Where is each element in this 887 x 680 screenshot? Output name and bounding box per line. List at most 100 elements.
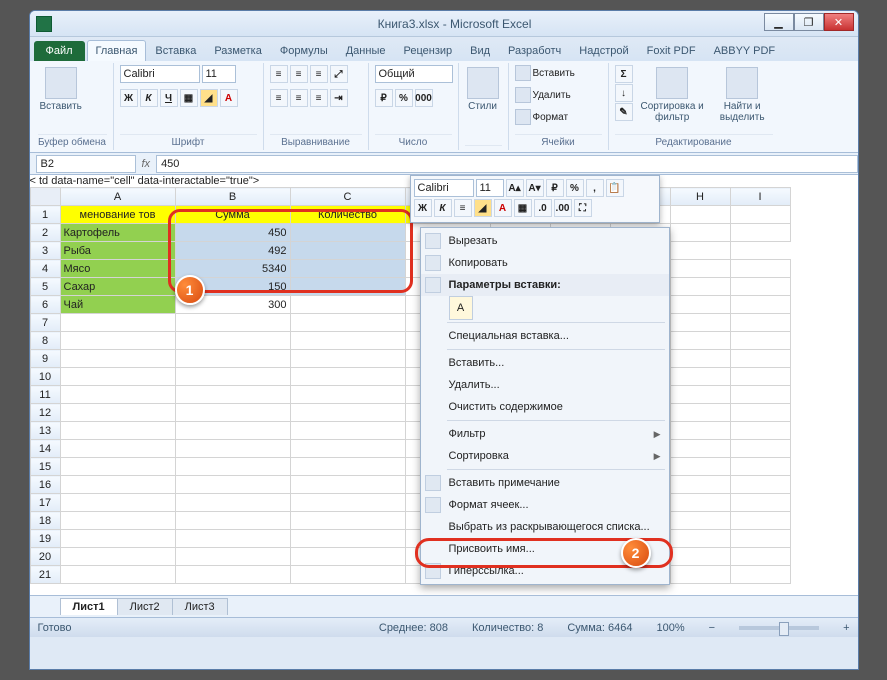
mini-font-color[interactable]: A bbox=[494, 199, 512, 217]
cm-insert[interactable]: Вставить... bbox=[421, 352, 669, 374]
cell[interactable] bbox=[290, 278, 405, 296]
cell[interactable] bbox=[670, 332, 730, 350]
cell[interactable] bbox=[60, 566, 175, 584]
cell[interactable] bbox=[730, 224, 790, 242]
paste-button[interactable]: Вставить bbox=[38, 65, 84, 114]
row-header[interactable]: 12 bbox=[30, 404, 60, 422]
cell[interactable]: Сумма bbox=[175, 206, 290, 224]
cell[interactable]: Количество bbox=[290, 206, 405, 224]
cm-insert-comment[interactable]: Вставить примечание bbox=[421, 472, 669, 494]
mini-font-name[interactable]: Calibri bbox=[414, 179, 474, 197]
cell[interactable] bbox=[175, 386, 290, 404]
tab-home[interactable]: Главная bbox=[87, 40, 147, 61]
cell[interactable] bbox=[670, 440, 730, 458]
row-header[interactable]: 11 bbox=[30, 386, 60, 404]
cell[interactable] bbox=[290, 530, 405, 548]
mini-shrink-font[interactable]: A▾ bbox=[526, 179, 544, 197]
cell[interactable] bbox=[730, 494, 790, 512]
tab-foxit[interactable]: Foxit PDF bbox=[638, 40, 705, 61]
cell[interactable] bbox=[60, 350, 175, 368]
percent[interactable]: % bbox=[395, 89, 413, 107]
row-header[interactable]: 2 bbox=[30, 224, 60, 242]
cell[interactable] bbox=[175, 494, 290, 512]
autosum-button[interactable]: Σ bbox=[615, 65, 633, 83]
cell[interactable] bbox=[60, 476, 175, 494]
cell[interactable] bbox=[730, 314, 790, 332]
tab-insert[interactable]: Вставка bbox=[146, 40, 205, 61]
cm-paste-option-a[interactable]: A bbox=[449, 296, 473, 320]
bold-button[interactable]: Ж bbox=[120, 89, 138, 107]
cell[interactable] bbox=[670, 476, 730, 494]
cell[interactable] bbox=[730, 440, 790, 458]
sheet-tab[interactable]: Лист1 bbox=[60, 598, 118, 615]
tab-data[interactable]: Данные bbox=[337, 40, 395, 61]
align-right[interactable]: ≡ bbox=[310, 89, 328, 107]
cell[interactable]: менование тов bbox=[60, 206, 175, 224]
cell[interactable]: Рыба bbox=[60, 242, 175, 260]
row-header[interactable]: 14 bbox=[30, 440, 60, 458]
align-middle[interactable]: ≡ bbox=[290, 65, 308, 83]
cell[interactable]: Картофель bbox=[60, 224, 175, 242]
cell[interactable] bbox=[290, 386, 405, 404]
cell[interactable] bbox=[670, 422, 730, 440]
cm-filter[interactable]: Фильтр▶ bbox=[421, 423, 669, 445]
col-header[interactable]: C bbox=[290, 188, 405, 206]
cell[interactable] bbox=[730, 350, 790, 368]
cell[interactable] bbox=[670, 494, 730, 512]
cell[interactable] bbox=[670, 278, 730, 296]
mini-fill-color[interactable]: ◢ bbox=[474, 199, 492, 217]
cell[interactable] bbox=[730, 296, 790, 314]
cell[interactable] bbox=[175, 422, 290, 440]
cell[interactable] bbox=[730, 476, 790, 494]
cell[interactable] bbox=[730, 386, 790, 404]
cell[interactable] bbox=[175, 476, 290, 494]
cell[interactable] bbox=[60, 386, 175, 404]
cell[interactable] bbox=[290, 314, 405, 332]
cell[interactable] bbox=[670, 296, 730, 314]
tab-view[interactable]: Вид bbox=[461, 40, 499, 61]
tab-layout[interactable]: Разметка bbox=[205, 40, 271, 61]
cell[interactable] bbox=[290, 512, 405, 530]
col-header[interactable]: A bbox=[60, 188, 175, 206]
cell[interactable] bbox=[670, 404, 730, 422]
cell[interactable] bbox=[290, 260, 405, 278]
mini-comma[interactable]: , bbox=[586, 179, 604, 197]
styles-button[interactable]: Стили bbox=[465, 65, 501, 114]
tab-abbyy[interactable]: ABBYY PDF bbox=[705, 40, 785, 61]
tab-developer[interactable]: Разработч bbox=[499, 40, 570, 61]
sheet-tab[interactable]: Лист2 bbox=[117, 598, 173, 615]
cm-cut[interactable]: Вырезать bbox=[421, 230, 669, 252]
indent[interactable]: ⇥ bbox=[330, 89, 348, 107]
fill-button[interactable]: ↓ bbox=[615, 84, 633, 102]
row-header[interactable]: 5 bbox=[30, 278, 60, 296]
name-box[interactable]: B2 bbox=[36, 155, 136, 173]
maximize-button[interactable]: ❐ bbox=[794, 13, 824, 31]
cm-clear[interactable]: Очистить содержимое bbox=[421, 396, 669, 418]
cell[interactable] bbox=[175, 530, 290, 548]
cell[interactable] bbox=[60, 440, 175, 458]
tab-formulas[interactable]: Формулы bbox=[271, 40, 337, 61]
mini-percent[interactable]: % bbox=[566, 179, 584, 197]
tab-review[interactable]: Рецензир bbox=[394, 40, 461, 61]
row-header[interactable]: 19 bbox=[30, 530, 60, 548]
cell[interactable] bbox=[175, 512, 290, 530]
align-top[interactable]: ≡ bbox=[270, 65, 288, 83]
cell[interactable] bbox=[670, 242, 730, 260]
cell[interactable] bbox=[290, 404, 405, 422]
cell[interactable]: Сахар bbox=[60, 278, 175, 296]
mini-font-size[interactable]: 11 bbox=[476, 179, 504, 197]
cell[interactable] bbox=[730, 206, 790, 224]
row-header[interactable]: 8 bbox=[30, 332, 60, 350]
fill-color-button[interactable]: ◢ bbox=[200, 89, 218, 107]
align-bottom[interactable]: ≡ bbox=[310, 65, 328, 83]
cell[interactable] bbox=[730, 530, 790, 548]
cell[interactable] bbox=[670, 512, 730, 530]
mini-currency[interactable]: ₽ bbox=[546, 179, 564, 197]
mini-merge[interactable]: ⛶ bbox=[574, 199, 592, 217]
row-header[interactable]: 3 bbox=[30, 242, 60, 260]
sheet-tab[interactable]: Лист3 bbox=[172, 598, 228, 615]
row-header[interactable]: 13 bbox=[30, 422, 60, 440]
cell[interactable] bbox=[730, 458, 790, 476]
cell[interactable] bbox=[175, 440, 290, 458]
mini-dec-inc[interactable]: .0 bbox=[534, 199, 552, 217]
